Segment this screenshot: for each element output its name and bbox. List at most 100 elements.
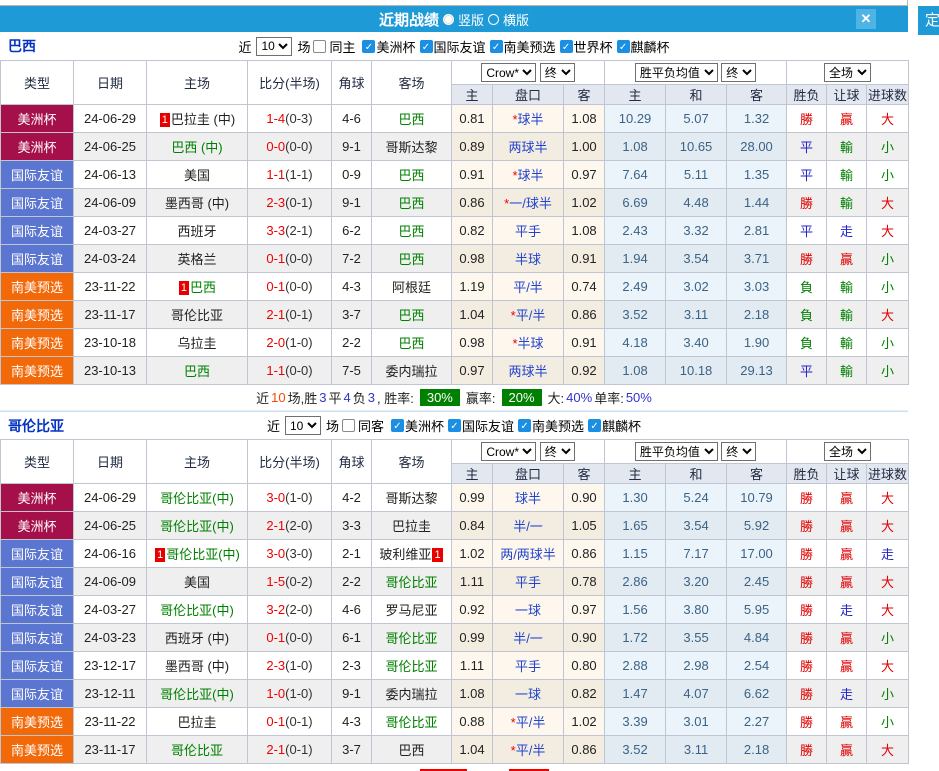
type-badge: 国际友谊 <box>0 188 74 217</box>
vertical-layout-radio[interactable] <box>442 13 454 25</box>
bookmaker-select[interactable]: Crow* <box>481 63 537 82</box>
col-score: 比分(半场) <box>247 439 332 484</box>
cup-filter[interactable]: ✓ 美洲杯 <box>390 416 444 435</box>
cup-filter[interactable]: ✓ 南美预选 <box>518 416 584 435</box>
checkbox-checked-icon[interactable]: ✓ <box>518 419 532 432</box>
checkbox-checked-icon[interactable]: ✓ <box>419 39 433 53</box>
filter-suffix-label: 场 <box>325 419 339 434</box>
vertical-layout-label[interactable]: 竖版 <box>458 10 484 29</box>
horizontal-layout-label[interactable]: 横版 <box>503 10 529 29</box>
euro-source-select[interactable]: 胜平负均值 <box>634 63 718 82</box>
score: 2-3(0-1) <box>247 188 332 217</box>
euro-away-odds: 28.00 <box>726 132 788 161</box>
scope-select[interactable]: 全场 <box>824 442 872 461</box>
team-name: 墨西哥 (中) <box>164 659 230 674</box>
team-name: 哥伦比亚 <box>385 575 438 590</box>
horizontal-layout-radio[interactable] <box>488 13 499 25</box>
euro-home-odds: 1.94 <box>604 244 667 273</box>
checkbox-checked-icon[interactable]: ✓ <box>588 419 602 432</box>
match-count-select[interactable]: 10 <box>256 36 293 56</box>
score: 2-3(1-0) <box>247 651 332 680</box>
type-badge: 南美预选 <box>0 300 74 329</box>
summary-segment: 3 <box>319 390 327 405</box>
match-row: 美洲杯 24-06-25 巴西 (中) 0-0(0-0) 9-1 哥斯达黎 0.89 两球半 1… <box>0 132 910 161</box>
team-name-title: 哥伦比亚 <box>8 417 64 434</box>
checkbox-checked-icon[interactable]: ✓ <box>390 419 404 432</box>
result-handicap: 走 <box>826 679 868 708</box>
halftime-score: (0-2) <box>285 574 313 589</box>
same-venue-checkbox[interactable] <box>341 419 355 432</box>
score: 2-1(2-0) <box>247 511 332 540</box>
close-button[interactable]: ✕ <box>856 9 876 29</box>
asian-final-select[interactable]: 终 <box>539 442 575 461</box>
handicap-text: 球半 <box>514 491 541 506</box>
scope-select[interactable]: 全场 <box>824 63 872 82</box>
home-team: 1 巴西 <box>146 272 248 301</box>
checkbox-checked-icon[interactable]: ✓ <box>616 39 630 53</box>
cup-filter[interactable]: ✓ 南美预选 <box>489 37 556 56</box>
cup-filter[interactable]: ✓ 麒麟杯 <box>616 37 670 56</box>
team-name: 哥伦比亚 <box>385 659 438 674</box>
team-name: 巴西 <box>398 224 425 239</box>
result-goals: 小 <box>866 328 910 357</box>
same-venue-checkbox[interactable] <box>313 39 327 53</box>
score: 1-5(0-2) <box>247 567 332 596</box>
euro-home-odds: 2.88 <box>604 651 667 680</box>
handicap-text: 平/半 <box>515 715 546 730</box>
bookmaker-select[interactable]: Crow* <box>481 442 537 461</box>
filter-prefix-label: 近 <box>266 419 280 434</box>
euro-away-odds: 4.84 <box>726 623 788 652</box>
checkbox-checked-icon[interactable]: ✓ <box>559 39 573 53</box>
cup-filter[interactable]: ✓ 麒麟杯 <box>588 416 641 435</box>
summary-segment: 赢率: <box>465 391 496 406</box>
euro-source-select[interactable]: 胜平负均值 <box>634 442 718 461</box>
cup-filter[interactable]: ✓ 国际友谊 <box>448 416 514 435</box>
team-name: 美国 <box>183 168 210 183</box>
corners: 3-3 <box>331 511 372 540</box>
corners: 3-7 <box>331 300 372 329</box>
away-team: 巴西 <box>371 328 452 357</box>
result-handicap: 輸 <box>826 188 868 217</box>
handicap-text: 球半 <box>517 168 544 183</box>
handicap-text: 一球 <box>514 603 541 618</box>
result-goals: 小 <box>866 160 910 189</box>
halftime-score: (3-0) <box>285 546 313 561</box>
asian-final-select[interactable]: 终 <box>539 63 575 82</box>
asian-away-odds: 0.90 <box>562 623 606 652</box>
filter-suffix-label: 场 <box>297 39 311 55</box>
away-team: 委内瑞拉 <box>371 679 452 708</box>
asian-home-odds: 1.08 <box>451 679 493 708</box>
checkbox-checked-icon[interactable]: ✓ <box>448 419 461 432</box>
results-table-colombia: 类型 日期 主场 比分(半场) 角球 客场 Crow* 终 胜平负均值 终 全场… <box>0 439 910 764</box>
checkbox-checked-icon[interactable]: ✓ <box>362 39 376 53</box>
cup-filter[interactable]: ✓ 国际友谊 <box>419 37 486 56</box>
fulltime-score: 1-0 <box>266 686 286 701</box>
euro-draw-odds: 3.40 <box>665 328 728 357</box>
handicap-line: 一球 <box>492 595 564 624</box>
result-wdl: 勝 <box>786 735 828 764</box>
home-team: 巴拉圭 <box>146 707 248 736</box>
corners: 9-1 <box>331 679 372 708</box>
result-wdl: 勝 <box>786 595 828 624</box>
away-team: 巴西 <box>371 188 452 217</box>
asian-home-odds: 0.86 <box>451 188 493 217</box>
euro-final-select[interactable]: 终 <box>721 63 757 82</box>
cup-filter[interactable]: ✓ 世界杯 <box>559 37 613 56</box>
corners: 9-1 <box>331 188 372 217</box>
home-team: 英格兰 <box>146 244 248 273</box>
partial-side-tab[interactable]: 定 <box>918 6 939 35</box>
cup-filter-label: 国际友谊 <box>433 39 486 55</box>
type-badge: 美洲杯 <box>0 132 74 161</box>
summary-segment: 单率: <box>601 768 631 771</box>
section-header: 巴西 近 10 场 同主 ✓ 美洲杯 ✓ 国际友谊 ✓ 南美预选 ✓ 世界杯 ✓ 麒麟杯 <box>0 32 908 60</box>
team-name: 哥伦比亚(中) <box>166 547 240 562</box>
euro-final-select[interactable]: 终 <box>721 442 757 461</box>
type-badge: 南美预选 <box>0 356 74 385</box>
checkbox-checked-icon[interactable]: ✓ <box>489 39 503 53</box>
match-count-select[interactable]: 10 <box>284 416 321 435</box>
cup-filter[interactable]: ✓ 美洲杯 <box>362 37 416 56</box>
match-row: 国际友谊 24-03-23 西班牙 (中) 0-1(0-0) 6-1 哥伦比亚 0.99 半/… <box>0 623 910 652</box>
cup-filter-label: 麒麟杯 <box>630 39 670 55</box>
away-team: 巴西 <box>371 216 452 245</box>
result-goals: 小 <box>866 244 910 273</box>
